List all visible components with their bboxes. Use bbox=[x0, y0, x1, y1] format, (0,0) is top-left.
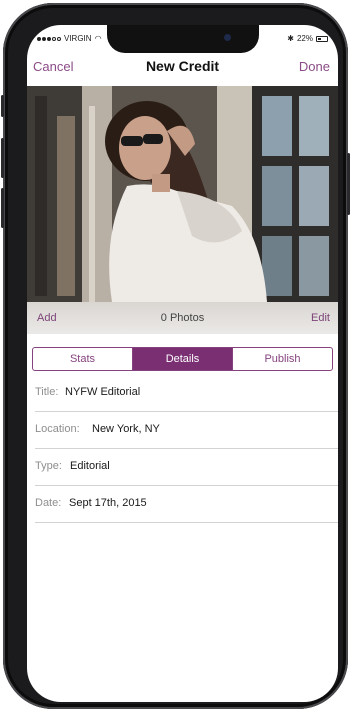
page-title: New Credit bbox=[145, 58, 220, 74]
photo-toolbar: Add 0 Photos Edit bbox=[27, 302, 338, 334]
section-tabs: Stats Details Publish bbox=[32, 347, 333, 371]
field-label: Type: bbox=[35, 460, 62, 472]
field-label: Title: bbox=[35, 386, 59, 398]
credit-photo[interactable] bbox=[27, 86, 338, 302]
field-label: Date: bbox=[35, 497, 62, 509]
volume-down-button bbox=[1, 188, 4, 228]
photo-count: 0 Photos bbox=[160, 312, 205, 324]
photo-illustration bbox=[27, 86, 338, 302]
notch bbox=[107, 25, 259, 53]
wifi-icon: ◠ bbox=[94, 34, 102, 43]
details-form: Title: NYFW Editorial Location: New York… bbox=[27, 375, 338, 523]
title-field[interactable]: Title: NYFW Editorial bbox=[35, 375, 338, 412]
battery-percent: 22% bbox=[296, 34, 313, 43]
field-label: Location: bbox=[35, 423, 80, 435]
mute-switch bbox=[1, 95, 4, 117]
field-value[interactable]: Editorial bbox=[70, 460, 110, 472]
volume-up-button bbox=[1, 138, 4, 178]
location-field[interactable]: Location: New York, NY bbox=[35, 412, 338, 449]
type-field[interactable]: Type: Editorial bbox=[35, 449, 338, 486]
field-value[interactable]: NYFW Editorial bbox=[65, 386, 140, 398]
tab-stats[interactable]: Stats bbox=[33, 348, 133, 370]
date-field[interactable]: Date: Sept 17th, 2015 bbox=[35, 486, 338, 523]
tab-details[interactable]: Details bbox=[133, 348, 233, 370]
field-value[interactable]: Sept 17th, 2015 bbox=[69, 497, 147, 509]
signal-icon bbox=[37, 36, 61, 41]
edit-photos-button[interactable]: Edit bbox=[311, 312, 330, 324]
done-button[interactable]: Done bbox=[299, 59, 330, 74]
tab-publish[interactable]: Publish bbox=[233, 348, 332, 370]
phone-frame: VIRGIN ◠ ✱ 22% Cancel New Credit Done Ad… bbox=[1, 3, 350, 709]
bluetooth-icon: ✱ bbox=[287, 34, 294, 43]
camera-icon bbox=[224, 34, 231, 41]
field-value[interactable]: New York, NY bbox=[92, 423, 160, 435]
battery-icon bbox=[316, 35, 328, 42]
navigation-bar: Cancel New Credit Done bbox=[27, 55, 338, 81]
carrier-name: VIRGIN bbox=[64, 34, 92, 43]
screen: VIRGIN ◠ ✱ 22% Cancel New Credit Done Ad… bbox=[27, 25, 338, 702]
power-button bbox=[347, 153, 350, 215]
